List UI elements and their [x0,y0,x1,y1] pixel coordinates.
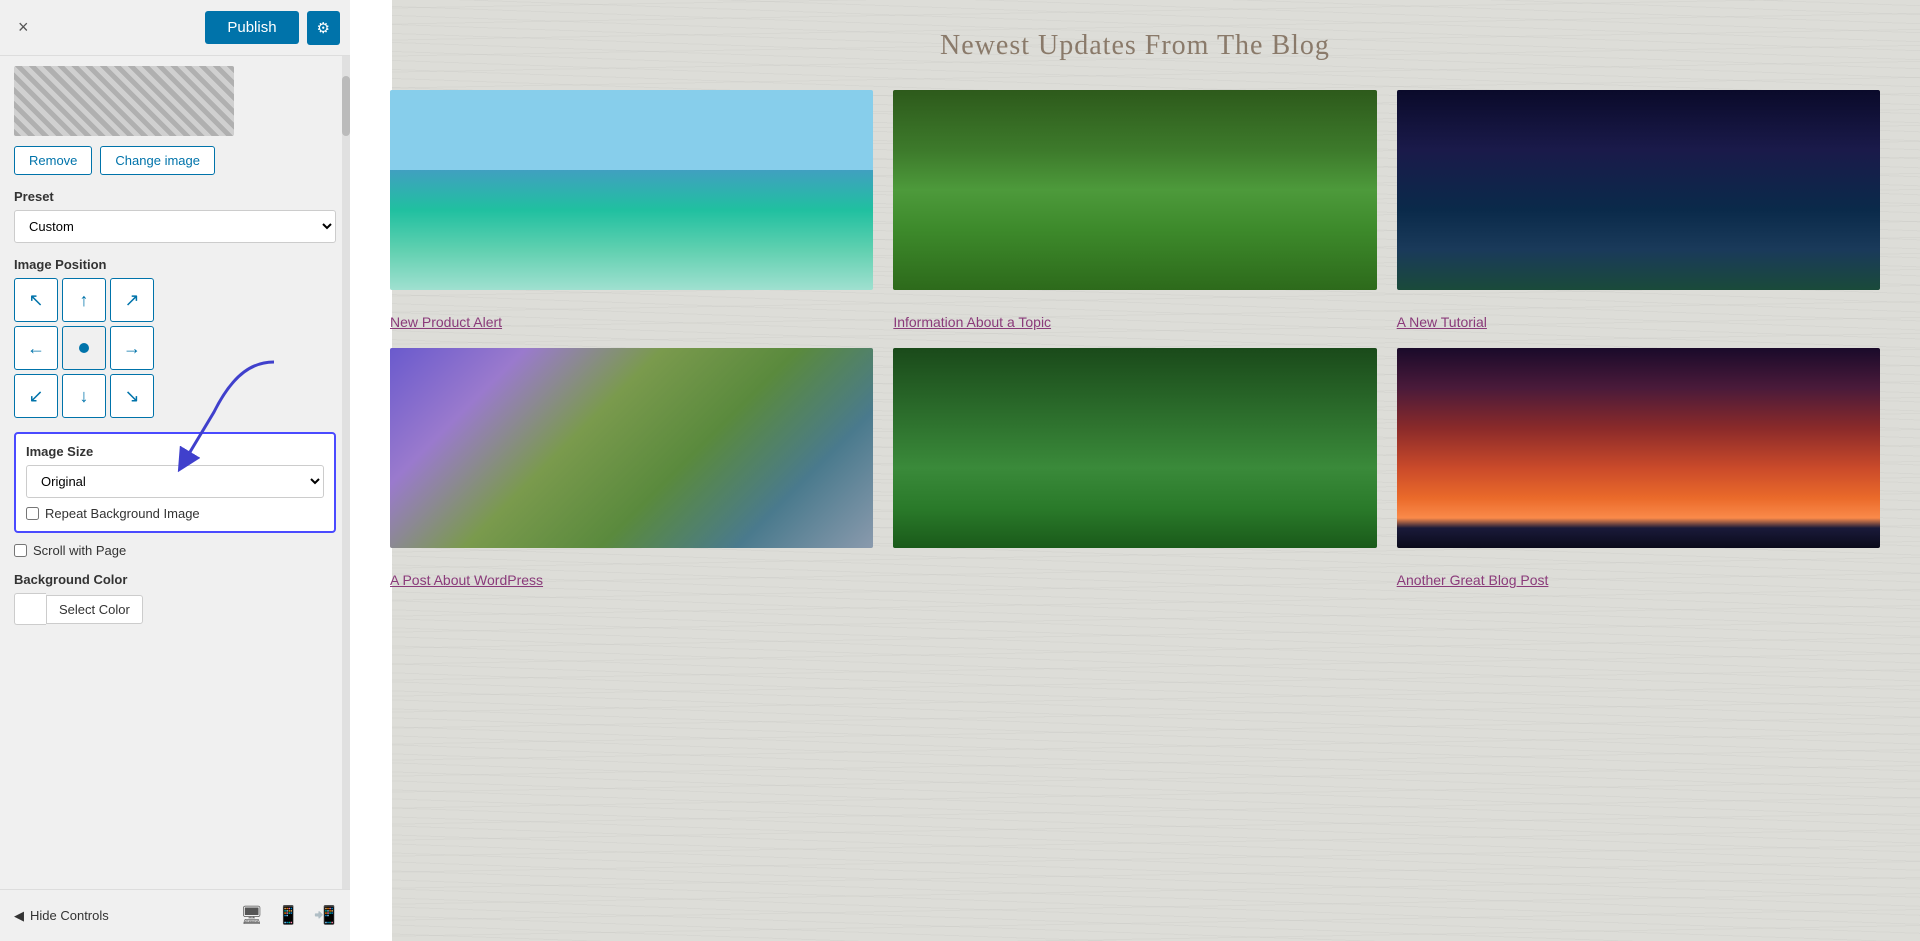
scroll-page-checkbox[interactable] [14,544,27,557]
blog-grid-row2 [390,348,1880,548]
pos-top-left[interactable]: ↖ [14,278,58,322]
repeat-bg-row: Repeat Background Image [26,506,324,521]
blog-card-6 [1397,348,1880,548]
close-button[interactable]: × [10,13,37,42]
pos-bottom-left[interactable]: ↙ [14,374,58,418]
size-select[interactable]: Original Cover Contain Auto [26,465,324,498]
pos-middle-center[interactable] [62,326,106,370]
mobile-icon[interactable]: 📲 [314,905,336,926]
blog-image-ocean [390,90,873,290]
publish-button[interactable]: Publish [205,11,298,44]
blog-image-waterfall [390,348,873,548]
panel-header: × Publish ⚙ [0,0,350,56]
right-content: Newest Updates From The Blog New Product… [350,0,1920,941]
bg-color-label: Background Color [14,572,336,587]
select-color-button[interactable]: Select Color [46,595,143,624]
blog-image-forest1 [893,90,1376,290]
pos-middle-left[interactable]: ← [14,326,58,370]
panel-scrollbar-thumb [342,76,350,136]
blog-title: Newest Updates From The Blog [390,30,1880,62]
blog-content: Newest Updates From The Blog New Product… [350,0,1920,636]
link-another-post[interactable]: Another Great Blog Post [1397,572,1549,588]
link-wordpress-post[interactable]: A Post About WordPress [390,572,543,588]
change-image-button[interactable]: Change image [100,146,215,175]
position-grid: ↖ ↑ ↗ ← → ↙ ↓ ↘ [14,278,336,418]
blog-image-night [1397,90,1880,290]
hide-controls-label: Hide Controls [30,908,109,923]
color-swatch[interactable] [14,593,46,625]
panel-scrollbar[interactable] [342,56,350,889]
hide-controls-button[interactable]: ◀ Hide Controls [14,908,109,924]
tablet-icon[interactable]: 📱 [277,905,299,926]
device-icons: 🖥 📱 📲 [240,905,336,926]
blog-image-sunset [1397,348,1880,548]
color-picker-row: Select Color [14,593,336,625]
pos-top-right[interactable]: ↗ [110,278,154,322]
bg-color-section: Background Color Select Color [14,572,336,625]
panel-footer: ◀ Hide Controls 🖥 📱 📲 [0,889,350,941]
pos-middle-right[interactable]: → [110,326,154,370]
blog-card-4 [390,348,873,548]
left-panel: × Publish ⚙ Remove Change image Preset C… [0,0,350,941]
repeat-bg-checkbox[interactable] [26,507,39,520]
blog-links-row2: A Post About WordPress Another Great Blo… [390,564,1880,590]
blog-card-1 [390,90,873,290]
blog-card-2 [893,90,1376,290]
settings-button[interactable]: ⚙ [307,11,340,45]
hide-controls-icon: ◀ [14,908,24,924]
blog-grid-row1 [390,90,1880,290]
image-position-section: Image Position ↖ ↑ ↗ ← → ↙ ↓ ↘ [14,257,336,418]
image-preview [14,66,234,136]
preset-select[interactable]: Custom Original Fill Fit Repeat Cover [14,210,336,243]
desktop-icon[interactable]: 🖥 [240,905,263,926]
link-new-product[interactable]: New Product Alert [390,314,502,330]
preset-label: Preset [14,189,336,204]
image-size-section: Image Size Original Cover Contain Auto R… [14,432,336,533]
blog-links-row1: New Product Alert Information About a To… [390,306,1880,332]
pos-top-center[interactable]: ↑ [62,278,106,322]
panel-content: Remove Change image Preset Custom Origin… [0,56,350,889]
pos-bottom-center[interactable]: ↓ [62,374,106,418]
image-position-label: Image Position [14,257,336,272]
blog-image-forest2 [893,348,1376,548]
blog-card-3 [1397,90,1880,290]
repeat-bg-label: Repeat Background Image [45,506,200,521]
image-action-row: Remove Change image [14,146,336,175]
link-new-tutorial[interactable]: A New Tutorial [1397,314,1487,330]
scroll-page-label: Scroll with Page [33,543,126,558]
link-info-topic[interactable]: Information About a Topic [893,314,1051,330]
remove-button[interactable]: Remove [14,146,92,175]
scroll-with-page-row: Scroll with Page [14,543,336,558]
blog-card-5 [893,348,1376,548]
pos-bottom-right[interactable]: ↘ [110,374,154,418]
image-size-label: Image Size [26,444,324,459]
